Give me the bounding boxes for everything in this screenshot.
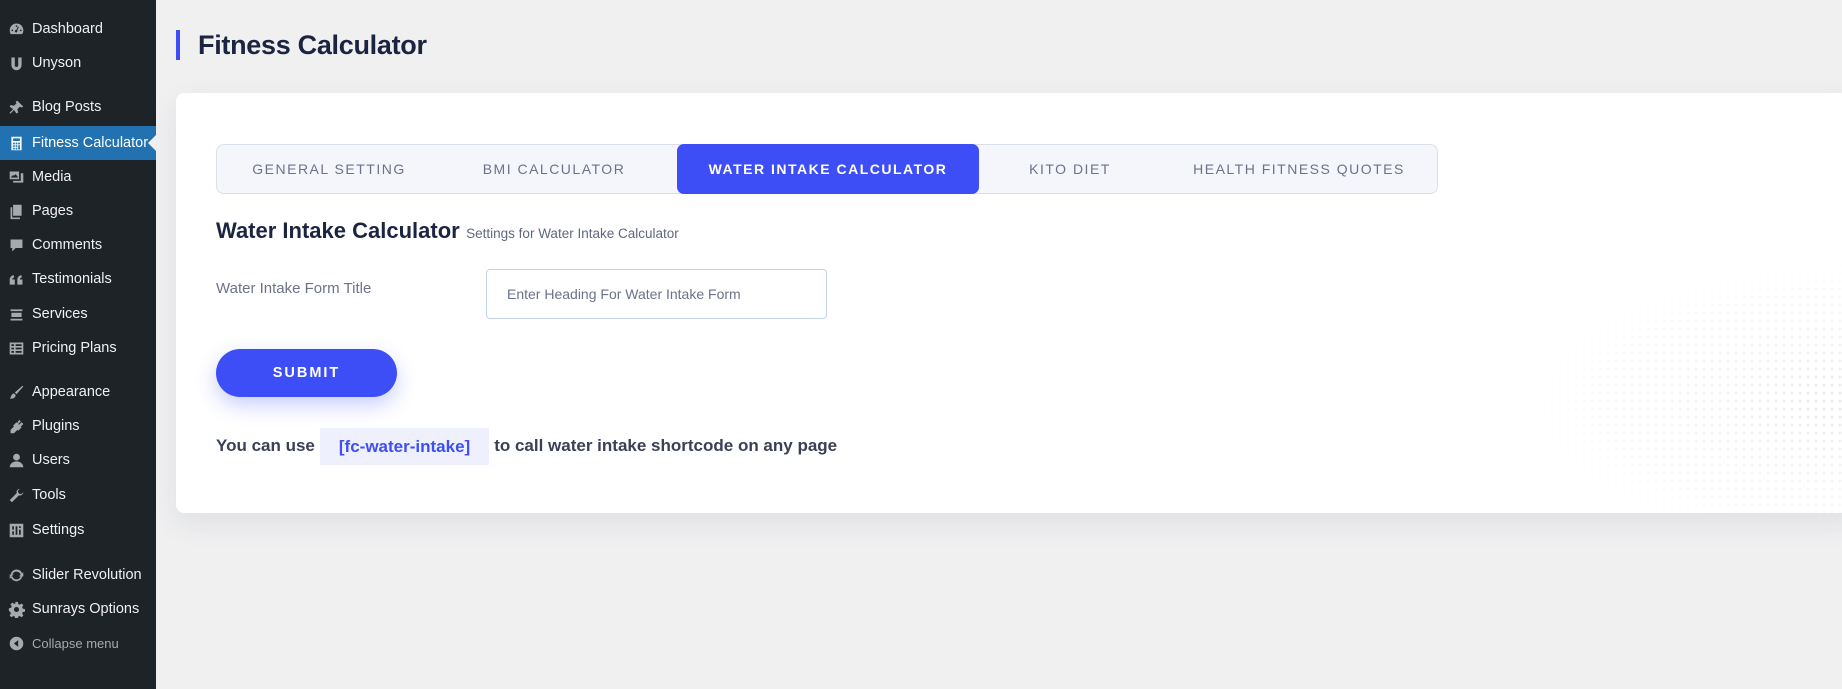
quote-icon <box>0 271 32 288</box>
collapse-menu-button[interactable]: Collapse menu <box>0 626 156 660</box>
sidebar-item-label: Pricing Plans <box>32 340 117 356</box>
plugin-icon <box>0 418 32 435</box>
revolution-icon <box>0 567 32 584</box>
sidebar-item-unyson[interactable]: Unyson <box>0 46 156 80</box>
calculator-icon <box>0 135 32 152</box>
section-heading: Water Intake Calculator Settings for Wat… <box>216 218 679 244</box>
sidebar-item-label: Users <box>32 452 70 468</box>
shortcode-info: You can use [fc-water-intake] to call wa… <box>216 427 837 465</box>
sidebar-item-label: Blog Posts <box>32 99 102 115</box>
sidebar-item-label: Services <box>32 306 88 322</box>
sidebar-item-fitness-calculator[interactable]: Fitness Calculator <box>0 126 156 160</box>
pin-icon <box>0 99 32 116</box>
services-icon <box>0 306 32 323</box>
tab-general-setting[interactable]: GENERAL SETTING <box>217 144 441 194</box>
collapse-icon <box>0 635 32 652</box>
sidebar-item-dashboard[interactable]: Dashboard <box>0 12 156 46</box>
sidebar-item-label: Tools <box>32 487 66 503</box>
sidebar-item-media[interactable]: Media <box>0 160 156 194</box>
unyson-icon <box>0 55 32 72</box>
section-subtitle: Settings for Water Intake Calculator <box>466 226 679 241</box>
comments-icon <box>0 237 32 254</box>
sidebar-item-plugins[interactable]: Plugins <box>0 409 156 443</box>
sidebar-item-slider-revolution[interactable]: Slider Revolution <box>0 558 156 592</box>
sidebar-item-users[interactable]: Users <box>0 443 156 477</box>
sidebar-item-label: Media <box>32 169 72 185</box>
sidebar-item-settings[interactable]: Settings <box>0 513 156 547</box>
sidebar-item-label: Slider Revolution <box>32 567 142 583</box>
sidebar-item-label: Fitness Calculator <box>32 135 149 151</box>
sidebar-item-sunrays-options[interactable]: Sunrays Options <box>0 592 156 626</box>
sidebar-item-label: Collapse menu <box>32 635 119 651</box>
submit-button[interactable]: SUBMIT <box>216 349 397 397</box>
sidebar-item-label: Plugins <box>32 418 80 434</box>
sidebar-item-appearance[interactable]: Appearance <box>0 375 156 409</box>
tab-bmi-calculator[interactable]: BMI CALCULATOR <box>441 144 667 194</box>
sidebar-item-testimonials[interactable]: Testimonials <box>0 262 156 296</box>
sidebar-item-tools[interactable]: Tools <box>0 478 156 512</box>
admin-sidebar: Dashboard Unyson Blog Posts Fitness Calc… <box>0 0 156 689</box>
section-title: Water Intake Calculator <box>216 218 460 243</box>
settings-tab-bar: GENERAL SETTING BMI CALCULATOR WATER INT… <box>216 144 1438 194</box>
tab-health-fitness-quotes[interactable]: HEALTH FITNESS QUOTES <box>1161 144 1437 194</box>
table-icon <box>0 340 32 357</box>
gear-icon <box>0 601 32 618</box>
sidebar-item-pricing-plans[interactable]: Pricing Plans <box>0 331 156 365</box>
sidebar-item-label: Testimonials <box>32 271 112 287</box>
user-icon <box>0 452 32 469</box>
sidebar-item-pages[interactable]: Pages <box>0 194 156 228</box>
water-intake-form-title-input[interactable] <box>486 269 827 319</box>
settings-panel: GENERAL SETTING BMI CALCULATOR WATER INT… <box>176 93 1842 513</box>
sidebar-item-label: Sunrays Options <box>32 601 140 617</box>
page-title: Fitness Calculator <box>176 30 427 60</box>
sidebar-item-label: Comments <box>32 237 103 253</box>
sidebar-item-label: Settings <box>32 522 85 538</box>
water-intake-form-title-label: Water Intake Form Title <box>216 280 372 297</box>
sidebar-item-blog-posts[interactable]: Blog Posts <box>0 90 156 124</box>
sidebar-item-label: Appearance <box>32 384 111 400</box>
brush-icon <box>0 384 32 401</box>
sidebar-item-services[interactable]: Services <box>0 297 156 331</box>
tab-water-intake-calculator[interactable]: WATER INTAKE CALCULATOR <box>677 144 979 194</box>
sidebar-item-label: Dashboard <box>32 21 103 37</box>
shortcode-badge: [fc-water-intake] <box>319 427 490 465</box>
wrench-icon <box>0 487 32 504</box>
sidebar-item-label: Unyson <box>32 55 82 71</box>
dashboard-icon <box>0 21 32 38</box>
shortcode-prefix-text: You can use <box>216 436 315 455</box>
media-icon <box>0 169 32 186</box>
dot-pattern-decoration <box>1516 253 1842 513</box>
main-content: Fitness Calculator GENERAL SETTING BMI C… <box>156 0 1842 689</box>
tab-kito-diet[interactable]: KITO DIET <box>979 144 1161 194</box>
settings-icon <box>0 522 32 539</box>
shortcode-suffix-text: to call water intake shortcode on any pa… <box>494 436 838 455</box>
sidebar-item-label: Pages <box>32 203 74 219</box>
sidebar-item-comments[interactable]: Comments <box>0 228 156 262</box>
pages-icon <box>0 203 32 220</box>
